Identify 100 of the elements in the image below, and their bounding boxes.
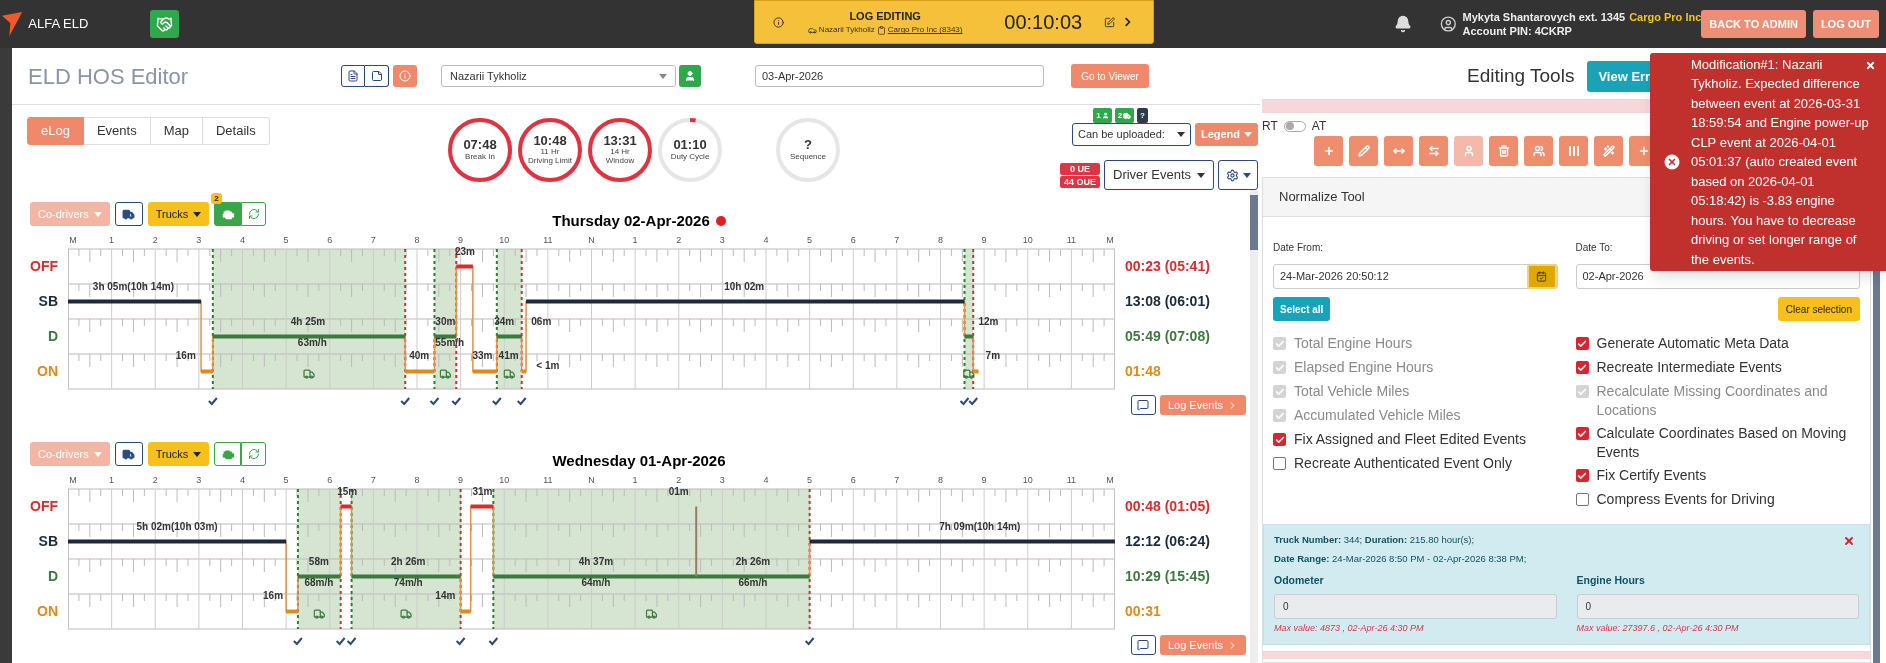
trucks-button[interactable]: Trucks <box>147 202 210 226</box>
error-icon <box>1662 152 1682 172</box>
user-icon <box>684 70 696 82</box>
comment-button[interactable] <box>1130 635 1156 655</box>
tab[interactable]: Map <box>150 117 203 145</box>
check-icon <box>400 397 411 406</box>
events-select[interactable]: Driver Events <box>1104 160 1214 190</box>
hour-label: 11 <box>543 235 553 245</box>
document-icon <box>347 70 359 82</box>
hour-label: 9 <box>458 475 464 485</box>
refresh-button[interactable] <box>241 442 267 466</box>
clear-selection-button[interactable]: Clear selection <box>1777 297 1860 321</box>
scrollbar[interactable] <box>1250 190 1258 663</box>
status-total: 05:49 (07:08) <box>1125 327 1210 346</box>
settings-button[interactable] <box>1218 160 1258 190</box>
trucks-button[interactable]: Trucks <box>147 442 210 466</box>
close-icon[interactable] <box>1865 60 1876 71</box>
checkbox[interactable] <box>1575 361 1589 374</box>
team-tool-button[interactable] <box>1524 136 1553 166</box>
hour-label: 1 <box>109 235 115 245</box>
magic-tool-button[interactable] <box>1594 136 1623 166</box>
comment-icon <box>1137 399 1150 411</box>
timer-sublabel: 11 Hr <box>540 148 560 156</box>
check-icon <box>1274 362 1285 373</box>
hour-label: 9 <box>981 235 987 245</box>
caret-icon <box>1244 132 1253 137</box>
at-label: AT <box>1311 118 1327 135</box>
truck-icon <box>122 447 136 461</box>
checkbox[interactable] <box>1575 337 1589 350</box>
date-field[interactable]: 03-Apr-2026 <box>755 65 1044 87</box>
hour-label: 4 <box>763 475 769 485</box>
hour-label: 9 <box>981 475 987 485</box>
swap-tool-button[interactable] <box>1419 136 1448 166</box>
check-icon <box>1274 410 1285 421</box>
checkbox[interactable] <box>1273 433 1286 446</box>
user-icon <box>1101 112 1109 119</box>
tab[interactable]: Events <box>83 117 151 145</box>
banner-driver: Nazarii Tykholiz <box>818 24 875 37</box>
number-field[interactable]: 0 <box>1274 594 1557 620</box>
option-label: Recreate Intermediate Events <box>1596 358 1782 377</box>
duration-label: 12m <box>978 315 999 327</box>
hour-label: 11 <box>543 475 553 485</box>
status-label: OFF <box>30 257 58 276</box>
status-total: 01:48 <box>1125 362 1161 381</box>
comment-button[interactable] <box>1130 395 1156 415</box>
check-icon <box>491 397 502 406</box>
app-name: ALFA ELD <box>28 15 89 34</box>
date-from-field[interactable]: 24-Mar-2026 20:50:12 <box>1273 264 1558 289</box>
hour-label: M <box>1106 475 1114 485</box>
refresh-button[interactable] <box>241 202 267 226</box>
notes-button[interactable] <box>365 65 389 87</box>
checkbox[interactable] <box>1273 457 1286 470</box>
hour-label: 3 <box>196 475 202 485</box>
hour-label: 5 <box>283 235 289 245</box>
check-icon <box>335 637 346 646</box>
checkbox[interactable] <box>1575 493 1589 506</box>
report-button[interactable] <box>341 65 365 87</box>
hour-label: 3 <box>196 235 202 245</box>
upload-select[interactable]: Can be uploaded: <box>1072 123 1191 146</box>
check-icon <box>1577 338 1587 349</box>
status-label: D <box>47 327 58 346</box>
handshake-icon <box>156 15 174 33</box>
mode-toggle[interactable] <box>1283 120 1306 132</box>
timer-value: ? <box>804 138 812 152</box>
engine-button[interactable] <box>214 442 242 466</box>
checkbox[interactable] <box>1575 427 1589 440</box>
timer-label: Break In <box>465 152 495 162</box>
calendar-button[interactable] <box>1526 264 1557 289</box>
truck-icon <box>1123 111 1132 120</box>
refresh-icon <box>247 208 260 220</box>
partner-button[interactable] <box>150 10 179 38</box>
columns-tool-button[interactable] <box>1559 136 1588 166</box>
hour-label: 10 <box>1022 235 1033 245</box>
engine-button[interactable] <box>214 202 242 226</box>
add-tool-button[interactable] <box>1314 136 1343 166</box>
shift-tool-button[interactable] <box>1384 136 1413 166</box>
delete-tool-button[interactable] <box>1489 136 1518 166</box>
delete-icon <box>1497 145 1510 157</box>
status-total: 10:29 (15:45) <box>1125 567 1210 586</box>
hour-label: 4 <box>240 235 245 245</box>
engine-count-badge: 2 <box>211 193 222 204</box>
company-link[interactable]: Cargo Pro Inc (8343) <box>887 24 963 37</box>
hour-label: 2 <box>676 235 682 245</box>
help-badge[interactable]: ? <box>1137 108 1148 123</box>
truck-button[interactable] <box>114 442 143 466</box>
number-field[interactable]: 0 <box>1576 594 1859 620</box>
check-icon <box>1274 338 1285 349</box>
timer-label: Duty Cycle <box>670 152 710 162</box>
checkbox[interactable] <box>1575 469 1589 482</box>
duration-label: 15m <box>337 485 358 497</box>
driver-select[interactable]: Nazarii Tykholiz <box>441 65 676 87</box>
close-icon[interactable] <box>1843 535 1855 547</box>
check-icon <box>804 637 815 646</box>
bell-icon[interactable] <box>1393 15 1412 33</box>
truck-button[interactable] <box>114 202 143 226</box>
tab[interactable]: Details <box>202 117 270 145</box>
hour-label: 5 <box>807 475 813 485</box>
shift-icon <box>1392 145 1405 157</box>
edit-tool-button[interactable] <box>1349 136 1378 166</box>
driver-profile-button[interactable] <box>679 65 701 87</box>
